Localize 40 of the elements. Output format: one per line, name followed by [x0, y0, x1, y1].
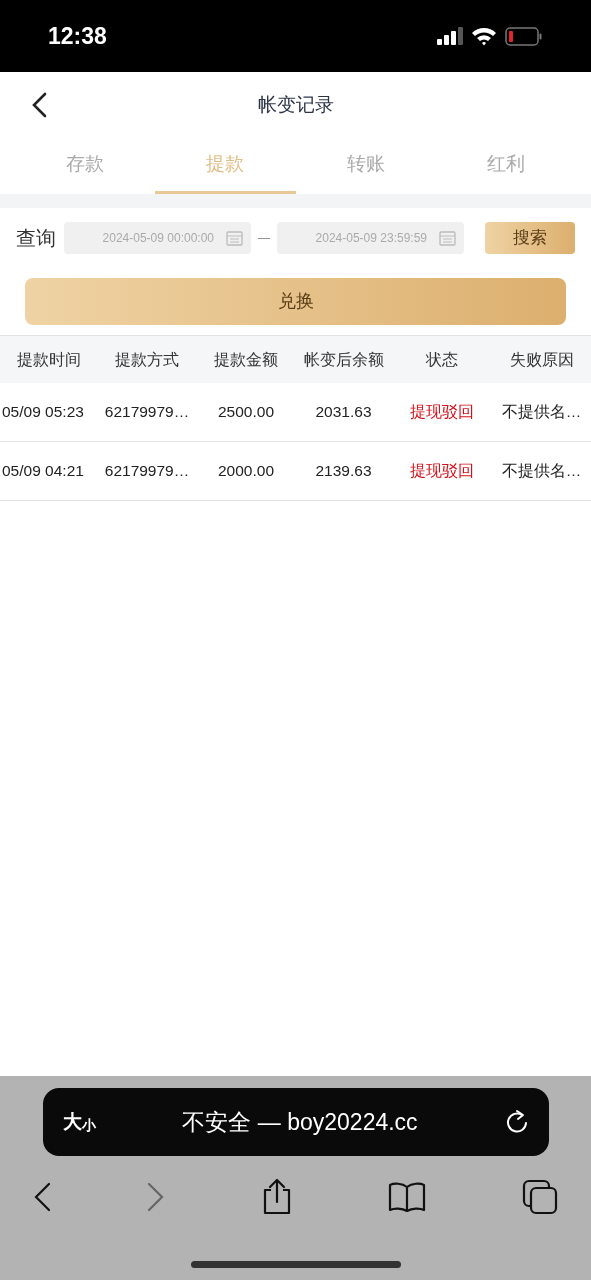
- table-cell-text: 05/09 04:21: [1, 461, 85, 482]
- column-header: 失败原因: [508, 349, 575, 370]
- status-text: 提现驳回: [409, 402, 475, 423]
- column-header: 状态: [425, 349, 459, 370]
- column-header: 帐变后余额: [302, 349, 385, 370]
- table-cell-text: 2000.00: [217, 461, 275, 482]
- tab[interactable]: 转账: [295, 138, 436, 194]
- end-date-field[interactable]: 2024-05-09 23:59:59: [277, 222, 464, 254]
- calendar-icon: [439, 230, 456, 246]
- back-icon[interactable]: [31, 92, 47, 118]
- calendar-icon: [226, 230, 243, 246]
- exchange-button[interactable]: 兑换: [25, 278, 566, 325]
- status-time: 12:38: [48, 21, 107, 51]
- signal-icon: [437, 27, 463, 45]
- table-cell-text: 2031.63: [314, 402, 373, 423]
- reload-icon[interactable]: [504, 1109, 529, 1135]
- status-text: 提现驳回: [409, 461, 475, 482]
- query-label: 查询: [16, 226, 56, 251]
- table-cell-text: 2139.63: [314, 461, 373, 482]
- page-address: 不安全 — boy20224.cc: [181, 1107, 419, 1137]
- column-header: 提款时间: [15, 349, 82, 370]
- search-button[interactable]: 搜索: [485, 222, 575, 254]
- wifi-icon: [471, 26, 497, 46]
- table-cell-text: 62179979…: [103, 461, 191, 482]
- battery-icon: [505, 26, 543, 46]
- table-cell-text: 不提供名…: [500, 461, 583, 482]
- table-cell-text: 05/09 05:23: [1, 402, 85, 423]
- bookmarks-icon[interactable]: [388, 1181, 427, 1212]
- tab[interactable]: 存款: [15, 138, 156, 194]
- start-date-field[interactable]: 2024-05-09 00:00:00: [64, 222, 251, 254]
- column-header: 提款方式: [114, 349, 180, 370]
- column-header: 提款金额: [213, 349, 279, 370]
- range-separator: —: [258, 230, 270, 247]
- table-cell-text: 不提供名…: [500, 402, 583, 423]
- table-cell-text: 2500.00: [217, 402, 275, 423]
- back-icon[interactable]: [33, 1181, 51, 1212]
- table-cell-text: 62179979…: [103, 402, 191, 423]
- page-title: 帐变记录: [257, 92, 334, 117]
- tabs-icon[interactable]: [522, 1178, 558, 1215]
- tab[interactable]: 红利: [435, 138, 576, 194]
